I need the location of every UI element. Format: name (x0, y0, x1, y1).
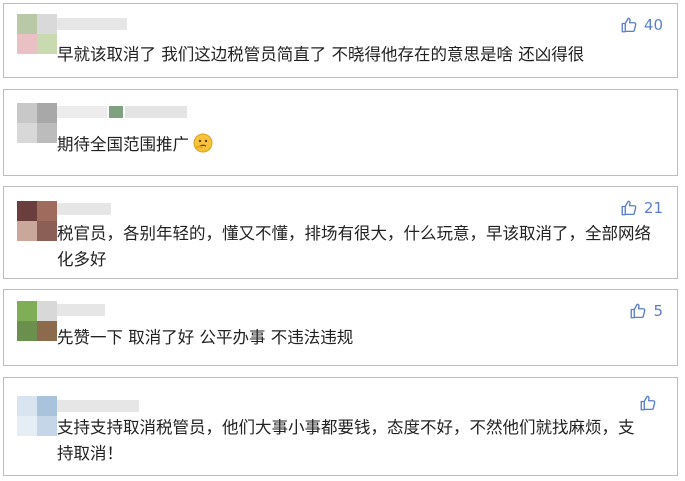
comment-card: 支持支持取消税管员，他们大事小事都要钱，态度不好，不然他们就找麻烦，支持取消！ (3, 377, 678, 476)
thumbs-up-icon (621, 17, 637, 33)
like-button[interactable]: 40 (620, 16, 663, 34)
comment-card: 40 早就该取消了 我们这边税管员简直了 不晓得他存在的意思是啥 还凶得很 (3, 3, 678, 78)
thinking-face-emoji-icon (193, 133, 213, 153)
username-blurred[interactable] (57, 400, 139, 412)
like-count: 21 (643, 199, 663, 217)
thumbs-up-icon (640, 395, 656, 411)
comment-text: 税官员，各别年轻的，懂又不懂，排场有很大，什么玩意，早该取消了，全部网络化多好 (57, 224, 651, 269)
like-count: 40 (643, 16, 663, 34)
like-count: 5 (653, 302, 663, 320)
comment-text-content: 期待全国范围推广 (57, 135, 189, 154)
comment-card: 期待全国范围推广 (3, 89, 678, 176)
avatar[interactable] (17, 396, 57, 436)
username-blurred[interactable] (57, 203, 111, 215)
comment-text: 支持支持取消税管员，他们大事小事都要钱，态度不好，不然他们就找麻烦，支持取消！ (57, 418, 635, 463)
comment-text: 期待全国范围推广 (57, 132, 213, 158)
username-blurred[interactable] (57, 304, 105, 316)
avatar[interactable] (17, 201, 57, 241)
username-blurred[interactable] (57, 18, 127, 30)
comment-text: 先赞一下 取消了好 公平办事 不违法违规 (57, 328, 354, 347)
comment-card: 21 税官员，各别年轻的，懂又不懂，排场有很大，什么玩意，早该取消了，全部网络化… (3, 186, 678, 279)
comment-text: 早就该取消了 我们这边税管员简直了 不晓得他存在的意思是啥 还凶得很 (57, 45, 585, 64)
like-button[interactable] (639, 394, 663, 412)
avatar[interactable] (17, 103, 57, 143)
thumbs-up-icon (631, 303, 646, 319)
comment-card: 5 先赞一下 取消了好 公平办事 不违法违规 (3, 289, 678, 366)
like-button[interactable]: 5 (629, 302, 663, 320)
thumbs-up-icon (621, 200, 637, 216)
avatar[interactable] (17, 14, 57, 54)
comment-feed: 40 早就该取消了 我们这边税管员简直了 不晓得他存在的意思是啥 还凶得很 期待… (0, 0, 685, 481)
like-button[interactable]: 21 (620, 199, 663, 217)
username-blurred[interactable] (57, 106, 187, 118)
avatar[interactable] (17, 301, 57, 341)
